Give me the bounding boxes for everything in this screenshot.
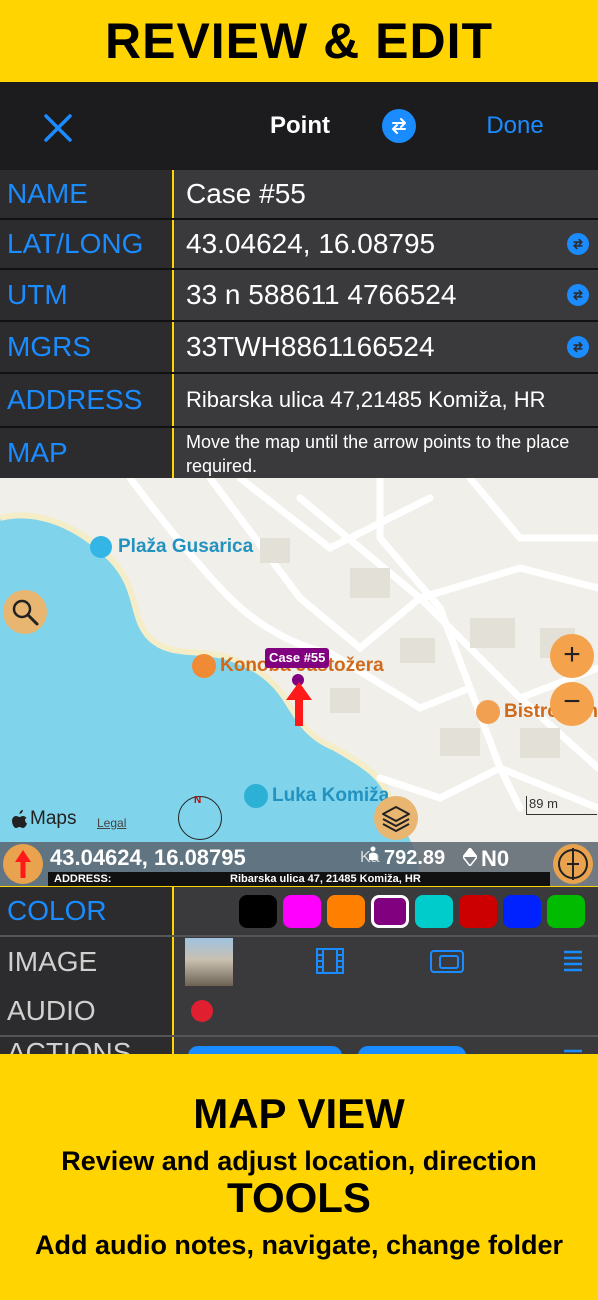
arrow-up-icon xyxy=(15,850,31,878)
person-icon xyxy=(369,846,377,860)
status-coordinates: 43.04624, 16.08795 xyxy=(50,845,246,870)
bottom-subtitle-tools: Add audio notes, navigate, change folder xyxy=(34,1230,564,1260)
top-banner: REVIEW & EDIT xyxy=(0,0,598,82)
color-swatch[interactable] xyxy=(239,895,277,928)
address-strip-value: Ribarska ulica 47, 21485 Komiža, HR xyxy=(230,873,421,885)
swap-format-button[interactable] xyxy=(382,109,416,143)
utm-field[interactable]: 33 n 588611 4766524 xyxy=(174,270,598,320)
zoom-in-button[interactable]: + xyxy=(550,634,594,678)
audio-row xyxy=(174,987,598,1035)
restaurant-icon xyxy=(476,700,500,724)
mgrs-swap-button[interactable] xyxy=(567,336,589,358)
compass-north-mark: N xyxy=(194,795,202,806)
color-swatch[interactable] xyxy=(327,895,365,928)
mgrs-field[interactable]: 33TWH8861166524 xyxy=(174,322,598,372)
image-label: IMAGE xyxy=(0,937,172,987)
maps-brand-text: Maps xyxy=(30,808,77,829)
image-row xyxy=(174,937,598,987)
color-swatch[interactable] xyxy=(547,895,585,928)
name-field[interactable]: Case #55 xyxy=(174,170,598,218)
image-thumbnail[interactable] xyxy=(185,938,233,986)
latlong-field[interactable]: 43.04624, 16.08795 xyxy=(174,220,598,268)
audio-label: AUDIO xyxy=(0,987,172,1035)
harbor-icon xyxy=(244,784,268,808)
record-button[interactable] xyxy=(191,1000,213,1022)
search-button[interactable] xyxy=(3,590,47,634)
layers-button[interactable] xyxy=(374,796,418,840)
utm-value: 33 n 588611 4766524 xyxy=(186,279,457,310)
direction-button[interactable] xyxy=(3,844,43,884)
legal-link[interactable]: Legal xyxy=(97,816,126,830)
color-swatch[interactable] xyxy=(283,895,321,928)
beach-icon xyxy=(90,536,112,558)
top-banner-title: REVIEW & EDIT xyxy=(104,13,494,69)
nav-title: Point xyxy=(270,112,330,139)
scale-bar: 89 m xyxy=(526,796,597,815)
latlong-swap-button[interactable] xyxy=(567,233,589,255)
address-label: ADDRESS xyxy=(0,374,172,426)
camera-icon[interactable] xyxy=(430,948,464,974)
heading-icon xyxy=(463,848,477,866)
color-label: COLOR xyxy=(0,887,172,935)
latlong-value: 43.04624, 16.08795 xyxy=(186,228,436,259)
bottom-subtitle-map-view: Review and adjust location, direction xyxy=(61,1146,537,1176)
compass[interactable]: N xyxy=(178,795,222,840)
pin-label: Case #55 xyxy=(265,648,330,668)
map-hint: Move the map until the arrow points to t… xyxy=(174,428,598,478)
name-label: NAME xyxy=(0,170,172,218)
map-view[interactable]: Plaža Gusarica Konoba Jastožera Bistro L… xyxy=(0,478,598,886)
bottom-title-tools: TOOLS xyxy=(227,1174,371,1221)
swap-icon xyxy=(392,118,406,134)
bottom-title-map-view: MAP VIEW xyxy=(193,1090,405,1137)
restaurant-icon xyxy=(192,654,216,678)
done-button[interactable]: Done xyxy=(470,108,560,144)
latlong-label: LAT/LONG xyxy=(0,220,172,268)
maps-attribution: Maps xyxy=(12,808,76,830)
mgrs-value: 33TWH8861166524 xyxy=(186,331,435,362)
utm-label: UTM xyxy=(0,270,172,320)
map-label: MAP xyxy=(0,428,172,478)
film-icon[interactable] xyxy=(316,948,344,974)
search-icon xyxy=(12,599,39,626)
address-field[interactable]: Ribarska ulica 47,21485 Komiža, HR xyxy=(174,374,598,426)
apple-logo-icon xyxy=(12,810,27,828)
status-altitude: 792.89 xyxy=(384,847,446,869)
place-label-harbor: Luka Komiža xyxy=(272,785,390,806)
color-swatch[interactable] xyxy=(371,895,409,928)
swap-icon xyxy=(573,238,583,250)
layers-icon xyxy=(382,806,410,832)
status-heading: N0 xyxy=(481,846,510,871)
color-swatch[interactable] xyxy=(415,895,453,928)
zoom-out-button[interactable]: − xyxy=(550,682,594,726)
color-swatch[interactable] xyxy=(503,895,541,928)
mgrs-label: MGRS xyxy=(0,322,172,372)
utm-swap-button[interactable] xyxy=(567,284,589,306)
swap-icon xyxy=(573,289,583,301)
color-swatch[interactable] xyxy=(459,895,497,928)
list-icon[interactable] xyxy=(562,948,584,974)
arrow-up-icon xyxy=(286,682,312,726)
compass-button[interactable] xyxy=(553,844,593,884)
swap-icon xyxy=(573,341,583,353)
close-icon xyxy=(44,114,72,142)
address-strip-label: ADDRESS: xyxy=(54,873,112,885)
close-button[interactable] xyxy=(38,108,78,148)
crosshair-icon xyxy=(558,848,588,880)
place-label-beach: Plaža Gusarica xyxy=(118,536,254,557)
